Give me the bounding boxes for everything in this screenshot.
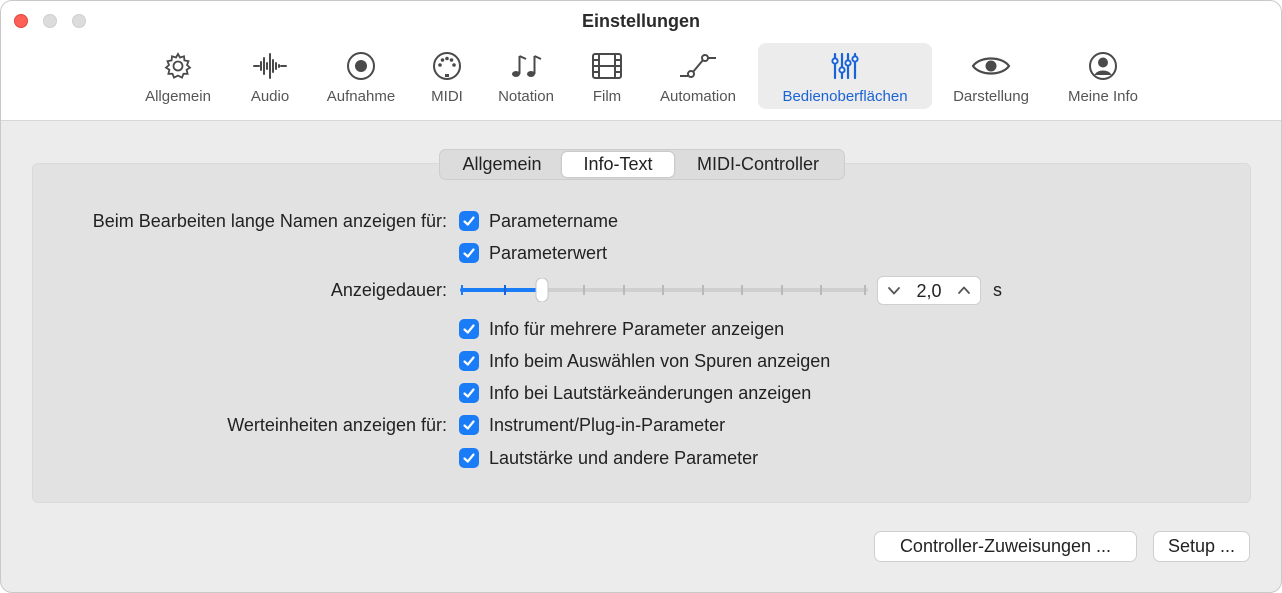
waveform-icon	[253, 53, 287, 79]
parametername-label: Parametername	[489, 210, 619, 231]
toolbar-label-aufnahme: Aufnahme	[326, 88, 396, 105]
checkmark-icon	[463, 356, 475, 366]
volume-change-checkbox-row[interactable]: Info bei Lautstärkeänderungen anzeigen	[459, 381, 811, 405]
parametername-checkbox-row[interactable]: Parametername	[459, 209, 618, 233]
units-label: Werteinheiten anzeigen für:	[227, 415, 447, 435]
volume-params-checkbox[interactable]	[459, 448, 479, 468]
film-icon	[592, 53, 622, 79]
instrument-params-checkbox[interactable]	[459, 415, 479, 435]
duration-slider-track	[460, 277, 868, 303]
duration-stepper[interactable]: 2,0	[877, 276, 981, 305]
checkmark-icon	[463, 453, 475, 463]
toolbar-item-audio[interactable]: Audio	[237, 43, 303, 109]
volume-params-label: Lautstärke und andere Parameter	[489, 447, 759, 468]
parametername-checkbox[interactable]	[459, 211, 479, 231]
sliders-icon	[831, 52, 859, 80]
checkmark-icon	[463, 248, 475, 258]
toolbar-label-allgemein: Allgemein	[145, 88, 211, 105]
track-select-checkbox[interactable]	[459, 351, 479, 371]
record-icon	[347, 52, 375, 80]
instrument-params-label: Instrument/Plug-in-Parameter	[489, 414, 726, 435]
checkmark-icon	[463, 388, 475, 398]
instrument-params-checkbox-row[interactable]: Instrument/Plug-in-Parameter	[459, 413, 725, 437]
track-select-checkbox-row[interactable]: Info beim Auswählen von Spuren anzeigen	[459, 349, 830, 373]
toolbar-label-film: Film	[592, 88, 622, 105]
toolbar-label-midi: MIDI	[431, 88, 463, 105]
duration-slider[interactable]	[460, 277, 868, 303]
toolbar-item-allgemein[interactable]: Allgemein	[133, 43, 223, 109]
checkmark-icon	[463, 324, 475, 334]
setup-button[interactable]: Setup ...	[1153, 531, 1250, 562]
toolbar-label-bedienoberflaechen: Bedienoberflächen	[782, 88, 908, 105]
toolbar-item-notation[interactable]: Notation	[489, 43, 563, 109]
titlebar: Einstellungen Allgemein Audio Aufnahme M…	[1, 1, 1281, 121]
toolbar-item-darstellung[interactable]: Darstellung	[943, 43, 1039, 109]
toolbar-label-meine-info: Meine Info	[1067, 88, 1139, 105]
duration-slider-thumb	[535, 277, 549, 303]
track-select-label: Info beim Auswählen von Spuren anzeigen	[489, 350, 831, 371]
duration-label: Anzeigedauer:	[330, 280, 447, 300]
toolbar-label-notation: Notation	[498, 88, 554, 105]
toolbar-label-audio: Audio	[250, 88, 290, 105]
checkmark-icon	[463, 216, 475, 226]
automation-curve-icon	[680, 54, 716, 78]
gear-icon	[164, 52, 192, 79]
toolbar-item-bedienoberflaechen[interactable]: Bedienoberflächen	[758, 43, 932, 109]
window-title: Einstellungen	[581, 11, 700, 31]
toolbar-item-automation[interactable]: Automation	[649, 43, 747, 109]
volume-change-label: Info bei Lautstärkeänderungen anzeigen	[489, 382, 812, 403]
toolbar-item-aufnahme[interactable]: Aufnahme	[317, 43, 405, 109]
long-names-label: Beim Bearbeiten lange Namen anzeigen für…	[92, 211, 447, 231]
volume-params-checkbox-row[interactable]: Lautstärke und andere Parameter	[459, 446, 758, 470]
chevron-up-icon[interactable]	[957, 284, 971, 296]
toolbar-label-darstellung: Darstellung	[953, 88, 1029, 105]
tab-info-text[interactable]: Info-Text	[562, 152, 674, 177]
toolbar-item-film[interactable]: Film	[577, 43, 637, 109]
duration-unit: s	[993, 280, 1002, 300]
eye-icon	[971, 57, 1011, 75]
parameterwert-checkbox[interactable]	[459, 243, 479, 263]
toolbar-item-midi[interactable]: MIDI	[419, 43, 475, 109]
person-circle-icon	[1089, 52, 1117, 80]
tab-midi-controller[interactable]: MIDI-Controller	[676, 152, 840, 177]
parameterwert-label: Parameterwert	[489, 242, 608, 263]
settings-window: Einstellungen Allgemein Audio Aufnahme M…	[0, 0, 1282, 593]
toolbar-label-automation: Automation	[660, 88, 736, 105]
toolbar-item-meine-info[interactable]: Meine Info	[1057, 43, 1149, 109]
tab-bar: Allgemein Info-Text MIDI-Controller	[439, 149, 845, 180]
midi-port-icon	[433, 52, 461, 80]
multi-param-checkbox[interactable]	[459, 319, 479, 339]
music-notes-icon	[512, 55, 542, 77]
checkmark-icon	[463, 420, 475, 430]
multi-param-label: Info für mehrere Parameter anzeigen	[489, 318, 785, 339]
parameterwert-checkbox-row[interactable]: Parameterwert	[459, 241, 607, 265]
tab-allgemein[interactable]: Allgemein	[444, 152, 560, 177]
controller-assignments-button[interactable]: Controller-Zuweisungen ...	[874, 531, 1137, 562]
multi-param-checkbox-row[interactable]: Info für mehrere Parameter anzeigen	[459, 317, 784, 341]
volume-change-checkbox[interactable]	[459, 383, 479, 403]
